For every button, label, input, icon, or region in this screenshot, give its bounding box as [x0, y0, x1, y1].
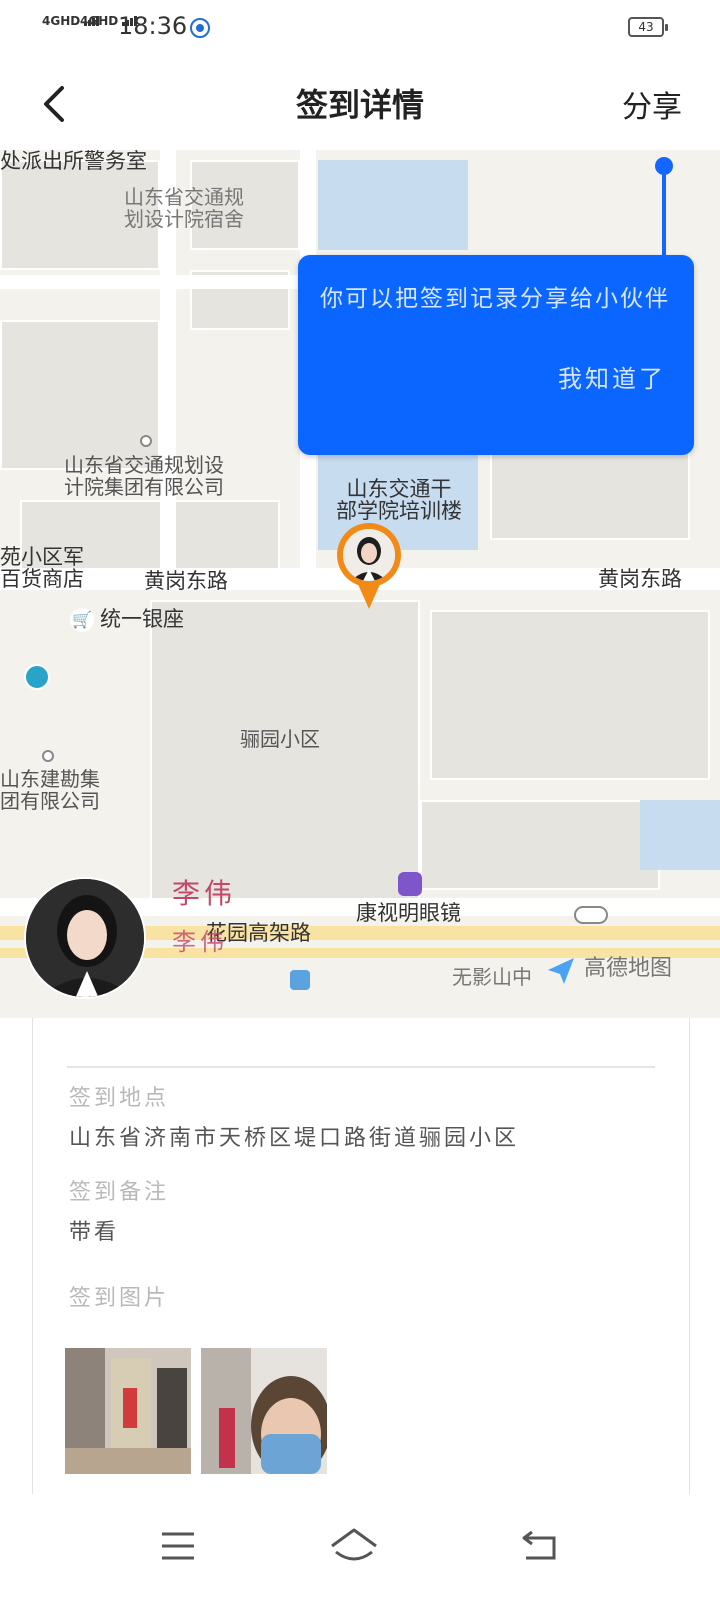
poi-dot — [42, 750, 54, 762]
map-block — [490, 450, 690, 540]
header: 签到详情 分享 — [0, 56, 720, 150]
menu-icon[interactable] — [150, 1522, 206, 1570]
checkin-photo[interactable] — [201, 1348, 327, 1474]
user-avatar — [24, 877, 146, 999]
status-time: 18:36 — [118, 12, 188, 40]
note-value: 带看 — [69, 1220, 120, 1245]
shopping-cart-icon: 🛒 — [70, 608, 94, 632]
map-label-police: 处派出所警务室 — [0, 150, 147, 173]
map-label-institute: 山东省交通规划设 计院集团有限公司 — [64, 453, 224, 499]
poi-dot — [140, 435, 152, 447]
user-name-handwritten: 李伟 — [172, 928, 228, 956]
map-label-glasses: 康视明眼镜 — [356, 901, 461, 925]
map-block — [420, 800, 660, 890]
traffic-light-icon — [574, 906, 608, 924]
shop-icon — [398, 872, 422, 896]
share-button[interactable]: 分享 — [622, 82, 682, 126]
tooltip-message: 你可以把签到记录分享给小伙伴 — [320, 286, 670, 312]
home-icon[interactable] — [326, 1522, 382, 1570]
system-nav-bar — [0, 1494, 720, 1600]
page-title: 签到详情 — [295, 86, 424, 124]
tooltip-pointer — [662, 165, 666, 260]
map-block — [430, 610, 710, 780]
user-name-handwritten: 李伟 — [172, 877, 237, 910]
battery-icon: 43 — [628, 17, 668, 37]
map-label-road: 黄岗东路 — [144, 569, 228, 593]
bus-stop-icon — [290, 970, 310, 990]
map-label-shop: 苑小区军 百货商店 — [0, 545, 84, 591]
map-block — [0, 320, 160, 470]
note-label: 签到备注 — [69, 1180, 170, 1205]
location-value: 山东省济南市天桥区堤口路街道骊园小区 — [69, 1126, 520, 1151]
map-label-survey: 山东建勘集 团有限公司 — [0, 767, 100, 813]
got-it-button[interactable]: 我知道了 — [558, 359, 666, 394]
share-tooltip: 你可以把签到记录分享给小伙伴 我知道了 — [298, 255, 694, 455]
map-water — [318, 160, 468, 250]
status-bar: 4GHD 4GHD 18:36 43 — [0, 0, 720, 56]
photos-label: 签到图片 — [69, 1286, 170, 1311]
map-water — [640, 800, 720, 870]
location-label: 签到地点 — [69, 1086, 170, 1111]
app-notification-icon — [190, 18, 210, 38]
divider — [67, 1066, 655, 1068]
map-label-wuying: 无影山中 — [452, 965, 532, 989]
map-label-dorm: 山东省交通规 划设计院宿舍 — [124, 185, 244, 231]
gaode-logo-icon — [546, 956, 576, 986]
checkin-detail-card: 签到地点 山东省济南市天桥区堤口路街道骊园小区 签到备注 带看 签到图片 — [32, 1018, 690, 1494]
map-attribution: 高德地图 — [584, 956, 673, 981]
map-label-community: 骊园小区 — [240, 727, 320, 751]
map-label-training: 山东交通干 部学院培训楼 — [336, 477, 462, 523]
checkin-photo[interactable] — [65, 1348, 191, 1474]
map-label-road: 黄岗东路 — [598, 567, 682, 591]
china-mobile-icon — [24, 664, 50, 690]
marker-avatar — [343, 529, 395, 581]
back-nav-icon[interactable] — [512, 1522, 568, 1570]
location-marker[interactable] — [337, 523, 401, 613]
map-label-mall: 统一银座 — [100, 607, 184, 631]
